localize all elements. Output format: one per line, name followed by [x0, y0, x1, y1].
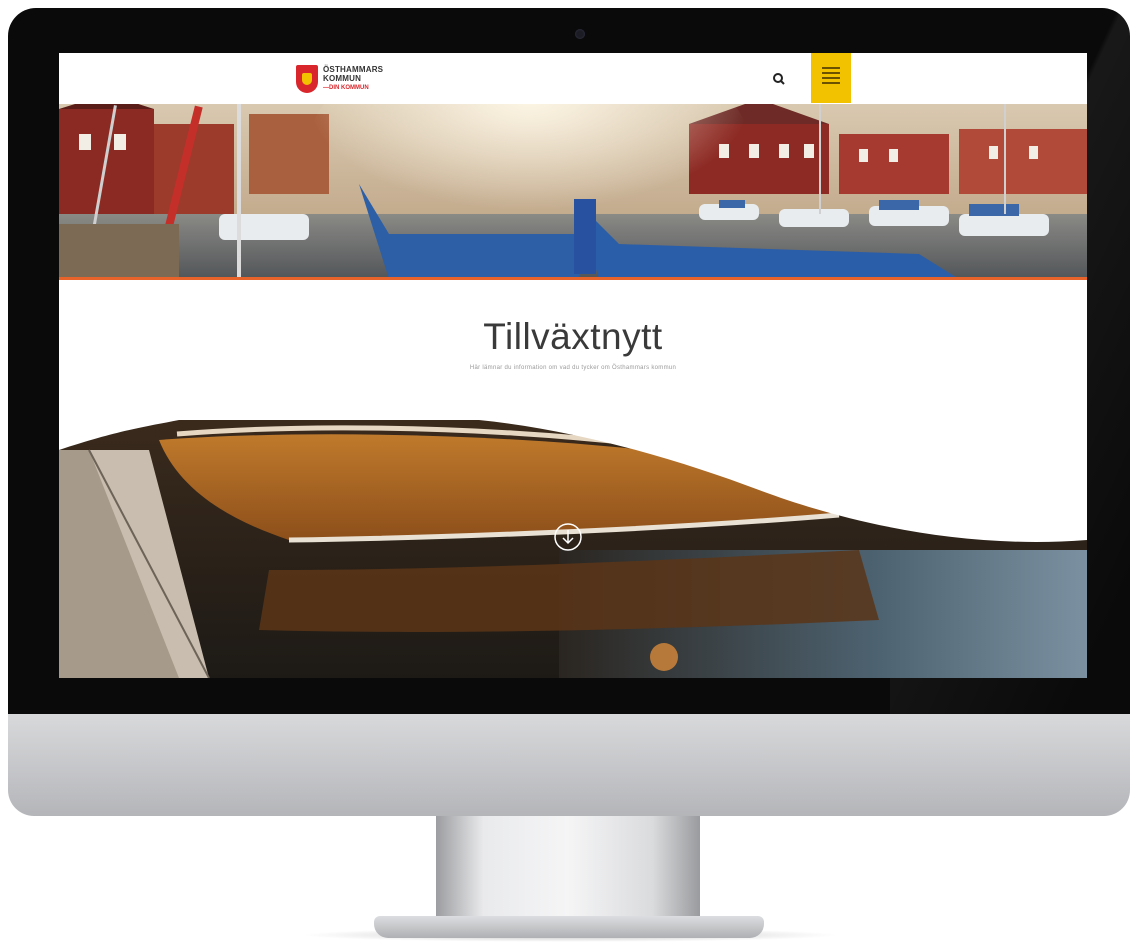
scroll-down-button[interactable]: [553, 522, 583, 552]
search-button[interactable]: [769, 69, 789, 89]
logo-tagline: —DIN KOMMUN: [323, 85, 369, 91]
page-subtitle: Här lämnar du information om vad du tyck…: [469, 365, 677, 371]
monitor-chin: [8, 714, 1130, 816]
page-title: Tillväxtnytt: [483, 316, 663, 357]
screen: ÖSTHAMMARS KOMMUN —DIN KOMMUN Tillväxtny…: [59, 53, 1087, 678]
logo-line-2: KOMMUN: [323, 74, 362, 83]
logo-line-1: ÖSTHAMMARS: [323, 65, 384, 74]
hero-banner-image: [59, 104, 1087, 277]
camera-icon: [575, 29, 585, 39]
menu-button[interactable]: [811, 53, 851, 103]
logo-text: ÖSTHAMMARS KOMMUN —DIN KOMMUN: [323, 65, 383, 93]
site-logo[interactable]: ÖSTHAMMARS KOMMUN —DIN KOMMUN: [296, 62, 383, 96]
coat-of-arms-icon: [296, 65, 318, 93]
monitor-stand-foot: [374, 916, 764, 938]
arrow-down-circle-icon: [554, 523, 582, 551]
hamburger-menu-icon: [822, 67, 840, 69]
site-header: ÖSTHAMMARS KOMMUN —DIN KOMMUN: [59, 53, 1087, 105]
search-icon: [773, 73, 785, 85]
title-section: Tillväxtnytt Här lämnar du information o…: [59, 280, 1087, 420]
monitor-stand: [436, 816, 700, 920]
